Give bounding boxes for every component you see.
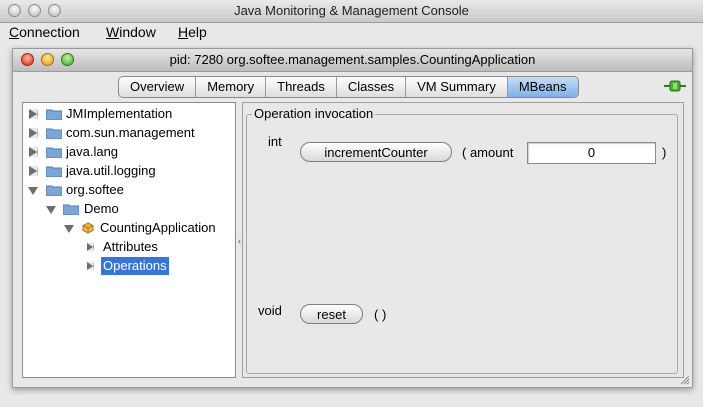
menu-help[interactable]: Help bbox=[178, 24, 207, 40]
tab-mbeans[interactable]: MBeans bbox=[507, 77, 578, 97]
connection-titlebar: pid: 7280 org.softee.management.samples.… bbox=[13, 49, 692, 72]
connection-window: pid: 7280 org.softee.management.samples.… bbox=[12, 48, 693, 388]
app-title: Java Monitoring & Management Console bbox=[234, 3, 469, 18]
tree-node-jmimplementation[interactable]: JMImplementation bbox=[29, 105, 229, 123]
group-title: Operation invocation bbox=[252, 106, 376, 121]
tab-bar: Overview Memory Threads Classes VM Summa… bbox=[118, 76, 579, 98]
expand-icon[interactable] bbox=[29, 109, 38, 119]
params: ( ) bbox=[374, 307, 387, 322]
mbean-tree: JMImplementation com.sun.management java… bbox=[22, 102, 236, 378]
folder-icon bbox=[46, 109, 62, 120]
zoom-connection-button[interactable] bbox=[61, 53, 74, 66]
menu-window[interactable]: Window bbox=[106, 24, 156, 40]
return-type: void bbox=[258, 303, 282, 318]
tab-memory[interactable]: Memory bbox=[196, 77, 267, 97]
expand-icon[interactable] bbox=[87, 243, 94, 251]
tree-node-attributes[interactable]: Attributes bbox=[83, 238, 233, 256]
expand-icon[interactable] bbox=[29, 128, 38, 138]
param-label: ( amount bbox=[462, 145, 514, 160]
expand-icon[interactable] bbox=[29, 147, 38, 157]
tab-overview[interactable]: Overview bbox=[119, 77, 197, 97]
expand-icon[interactable] bbox=[87, 262, 94, 270]
menu-connection[interactable]: Connection bbox=[9, 24, 80, 40]
param-close: ) bbox=[662, 145, 667, 160]
expand-icon[interactable] bbox=[29, 166, 38, 176]
tree-node-java-util-logging[interactable]: java.util.logging bbox=[29, 162, 229, 180]
app-titlebar: Java Monitoring & Management Console bbox=[0, 0, 703, 23]
tree-node-java-lang[interactable]: java.lang bbox=[29, 143, 229, 161]
collapse-icon[interactable] bbox=[64, 225, 74, 233]
operations-panel: Operation invocation int incrementCounte… bbox=[242, 102, 684, 378]
tree-node-demo[interactable]: Demo bbox=[46, 200, 227, 218]
folder-icon bbox=[46, 128, 62, 139]
minimize-connection-button[interactable] bbox=[41, 53, 54, 66]
tree-node-org-softee[interactable]: org.softee bbox=[28, 181, 229, 199]
tree-node-countingapplication[interactable]: CountingApplication bbox=[64, 219, 235, 237]
minimize-window-button[interactable] bbox=[28, 4, 41, 17]
tab-classes[interactable]: Classes bbox=[337, 77, 407, 97]
collapse-icon[interactable] bbox=[46, 206, 56, 214]
close-window-button[interactable] bbox=[8, 4, 21, 17]
tree-node-com-sun-management[interactable]: com.sun.management bbox=[29, 124, 229, 142]
folder-icon bbox=[46, 147, 62, 158]
tab-vm-summary[interactable]: VM Summary bbox=[406, 77, 508, 97]
zoom-window-button[interactable] bbox=[48, 4, 61, 17]
menu-bar: Connection Window Help bbox=[0, 23, 703, 43]
increment-counter-button[interactable]: incrementCounter bbox=[300, 142, 452, 162]
connection-title: pid: 7280 org.softee.management.samples.… bbox=[169, 52, 536, 67]
divider-grip-icon: ‹ bbox=[238, 236, 241, 246]
resize-grip-icon[interactable] bbox=[680, 375, 690, 385]
mbean-icon bbox=[82, 222, 94, 234]
folder-icon bbox=[46, 166, 62, 177]
close-connection-button[interactable] bbox=[21, 53, 34, 66]
folder-icon bbox=[63, 204, 79, 215]
tab-threads[interactable]: Threads bbox=[266, 77, 337, 97]
connection-status-icon bbox=[664, 80, 686, 92]
amount-input[interactable]: 0 bbox=[527, 142, 656, 164]
collapse-icon[interactable] bbox=[28, 187, 38, 195]
folder-icon bbox=[46, 185, 62, 196]
return-type: int bbox=[268, 134, 282, 149]
operation-invocation-group: Operation invocation int incrementCounte… bbox=[246, 106, 678, 374]
tree-node-operations[interactable]: Operations bbox=[83, 257, 233, 275]
reset-button[interactable]: reset bbox=[300, 304, 363, 324]
